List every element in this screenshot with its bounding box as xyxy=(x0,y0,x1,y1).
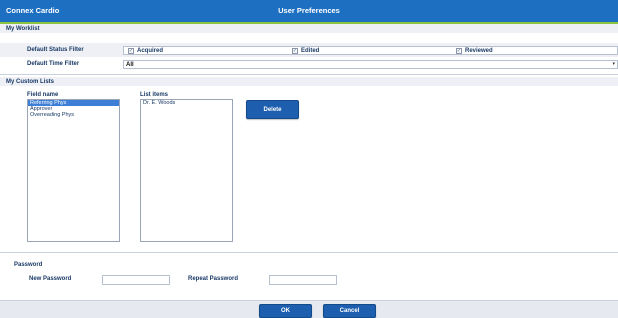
status-filter-label: Default Status Filter xyxy=(27,47,84,53)
title-bar: Connex Cardio User Preferences xyxy=(0,0,618,22)
password-section-title: Password xyxy=(14,262,43,268)
list-item[interactable]: Dr. E. Woods xyxy=(141,100,232,106)
repeat-password-label: Repeat Password xyxy=(188,276,239,282)
list-items-header: List items xyxy=(140,92,169,98)
checkbox-checked-icon[interactable]: ✓ xyxy=(292,48,298,54)
checkbox-checked-icon[interactable]: ✓ xyxy=(456,48,462,54)
checkbox-checked-icon[interactable]: ✓ xyxy=(128,48,134,54)
field-name-item-overreading-phys[interactable]: Overreading Phys xyxy=(28,112,119,118)
status-option-reviewed[interactable]: ✓ Reviewed xyxy=(456,48,493,54)
repeat-password-field[interactable] xyxy=(269,275,337,285)
time-filter-select[interactable]: All ▾ xyxy=(123,60,618,69)
cancel-button[interactable]: Cancel xyxy=(323,304,376,318)
status-option-edited[interactable]: ✓ Edited xyxy=(292,48,319,54)
divider xyxy=(0,252,618,253)
field-name-listbox[interactable]: Referring Phys Approver Overreading Phys xyxy=(27,99,120,242)
divider xyxy=(0,74,618,75)
field-name-header: Field name xyxy=(27,92,59,98)
custom-lists-section-title: My Custom Lists xyxy=(6,79,55,85)
worklist-header-band xyxy=(0,24,618,33)
delete-button[interactable]: Delete xyxy=(246,100,299,119)
status-filter-box: ✓ Acquired ✓ Edited ✓ Reviewed xyxy=(123,46,618,55)
dropdown-arrow-icon[interactable]: ▾ xyxy=(612,61,615,67)
status-option-acquired[interactable]: ✓ Acquired xyxy=(128,48,163,54)
worklist-section-title: My Worklist xyxy=(6,26,40,32)
list-items-listbox[interactable]: Dr. E. Woods xyxy=(140,99,233,242)
new-password-field[interactable] xyxy=(102,275,170,285)
window-title: User Preferences xyxy=(278,6,340,15)
time-filter-label: Default Time Filter xyxy=(27,61,80,67)
status-option-label: Reviewed xyxy=(465,48,493,54)
status-option-label: Acquired xyxy=(137,48,164,54)
status-option-label: Edited xyxy=(301,48,320,54)
new-password-label: New Password xyxy=(29,276,72,282)
time-filter-value: All xyxy=(126,62,134,68)
custom-lists-header-band xyxy=(0,77,618,86)
ok-button[interactable]: OK xyxy=(259,304,312,318)
